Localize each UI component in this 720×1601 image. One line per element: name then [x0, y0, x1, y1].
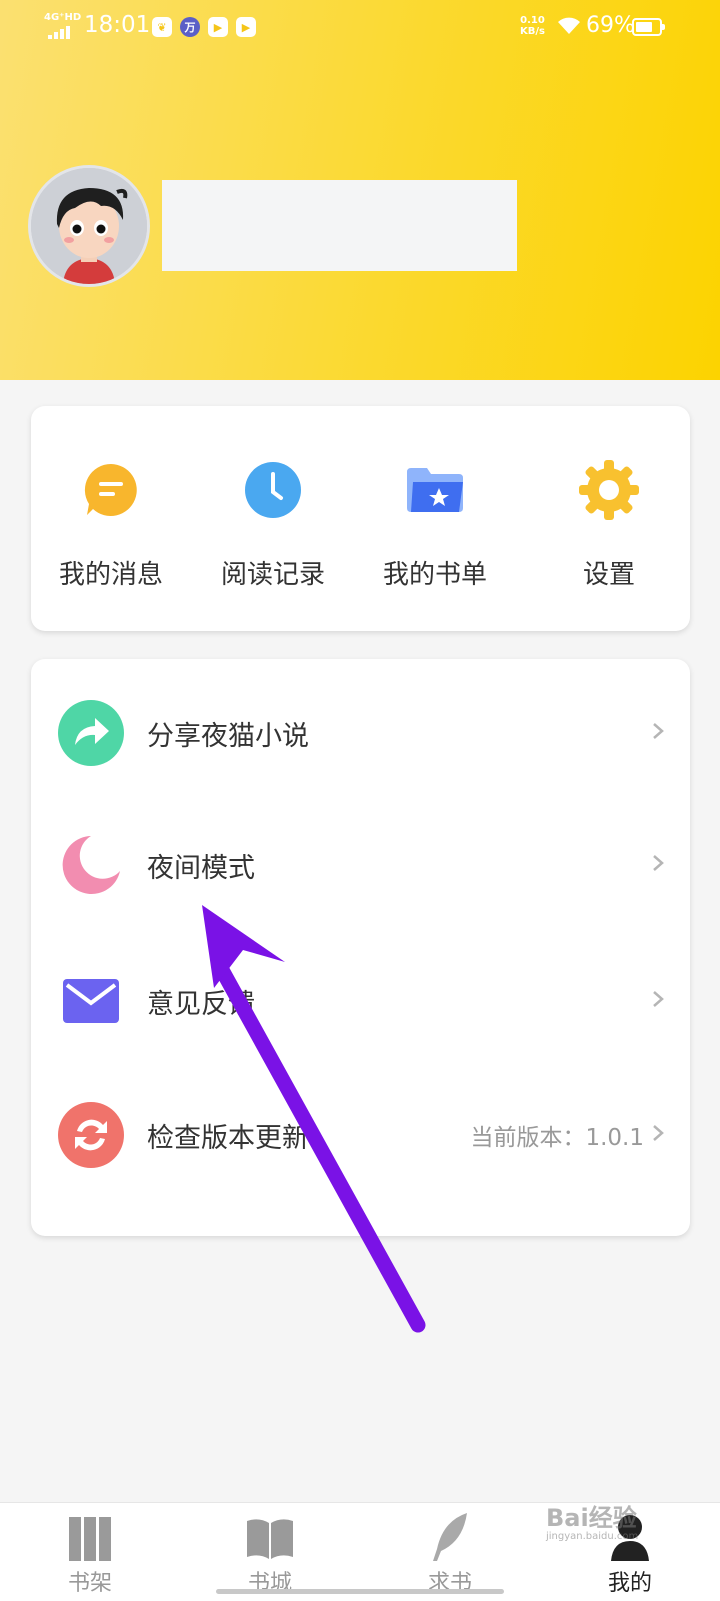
- chevron-right-icon: [653, 855, 664, 871]
- play-icon: ▶: [208, 17, 228, 37]
- tab-bookstore[interactable]: 书城: [180, 1503, 360, 1601]
- avatar-illustration: [31, 168, 147, 284]
- quick-label: 设置: [582, 560, 635, 590]
- signal-icon: [48, 26, 70, 39]
- menu-item-share[interactable]: 分享夜猫小说: [31, 667, 690, 799]
- menu-label: 分享夜猫小说: [147, 721, 309, 752]
- folder-star-icon: [407, 468, 463, 512]
- menu-item-check-update[interactable]: 检查版本更新 当前版本：1.0.1: [31, 1069, 690, 1201]
- tab-label: 我的: [607, 1571, 652, 1596]
- chevron-right-icon: [653, 1125, 664, 1141]
- menu-card: 分享夜猫小说 夜间模式 意见反馈 检查版本更新 当前版本：1.0.1: [31, 659, 690, 1236]
- quick-my-booklist[interactable]: 我的书单: [355, 406, 515, 631]
- menu-label: 检查版本更新: [147, 1123, 309, 1154]
- notification-icons: ❦ 万 ▶ ▶: [152, 17, 256, 37]
- moon-icon: [62, 836, 120, 894]
- avatar[interactable]: [28, 165, 150, 287]
- quick-reading-history[interactable]: 阅读记录: [193, 406, 353, 631]
- menu-item-night-mode[interactable]: 夜间模式: [31, 799, 690, 931]
- tab-request-book[interactable]: 求书: [360, 1503, 540, 1601]
- quick-actions-card: 我的消息 阅读记录 我的书单 设置: [31, 406, 690, 631]
- quick-label: 我的书单: [382, 560, 487, 590]
- username-placeholder: [162, 180, 517, 271]
- battery-percent: 69%: [586, 13, 635, 38]
- network-indicator: 4G⁺HD: [44, 12, 82, 23]
- status-time: 18:01: [84, 12, 151, 38]
- watermark: Bai经验 jingyan.baidu.com: [546, 1504, 639, 1542]
- tab-bookshelf[interactable]: 书架: [0, 1503, 180, 1601]
- wifi-icon: [558, 17, 580, 34]
- tab-label: 书架: [67, 1571, 112, 1596]
- feather-icon: [433, 1513, 467, 1561]
- battery-icon: [632, 18, 665, 36]
- share-icon: [58, 700, 124, 766]
- quick-my-messages[interactable]: 我的消息: [31, 406, 191, 631]
- status-bar: 4G⁺HD 18:01 ❦ 万 ▶ ▶ 0.10 KB/s 69%: [0, 0, 720, 56]
- menu-label: 意见反馈: [147, 989, 255, 1020]
- quick-label: 我的消息: [58, 560, 163, 590]
- open-book-icon: [247, 1519, 293, 1559]
- chevron-right-icon: [653, 723, 664, 739]
- menu-item-feedback[interactable]: 意见反馈: [31, 935, 690, 1067]
- play-icon: ▶: [236, 17, 256, 37]
- chevron-right-icon: [653, 991, 664, 1007]
- gear-icon: [579, 460, 639, 520]
- menu-label: 夜间模式: [147, 853, 255, 884]
- bookshelf-icon: [69, 1517, 111, 1561]
- version-value: 当前版本：1.0.1: [470, 1125, 644, 1151]
- message-icon: [84, 463, 137, 516]
- quick-settings[interactable]: 设置: [529, 406, 689, 631]
- network-speed: 0.10 KB/s: [520, 15, 545, 37]
- refresh-icon: [58, 1102, 124, 1168]
- home-indicator[interactable]: [216, 1589, 504, 1594]
- wan-icon: 万: [180, 17, 200, 37]
- mail-icon: [63, 979, 119, 1023]
- clock-icon: [245, 462, 301, 518]
- leaf-icon: ❦: [152, 17, 172, 37]
- quick-label: 阅读记录: [220, 560, 325, 590]
